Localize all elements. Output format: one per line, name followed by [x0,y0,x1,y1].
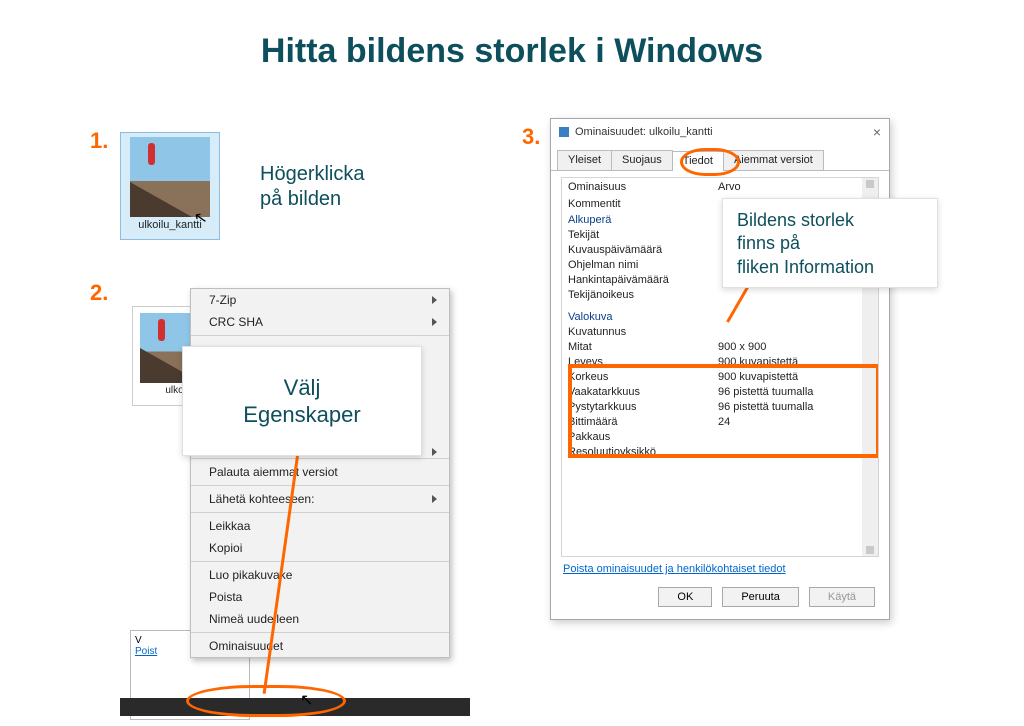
taskbar-peek [120,698,470,716]
row-dimensions-key: Mitat [568,341,718,353]
row-compression: Pakkaus [568,431,718,443]
menu-7zip[interactable]: 7-Zip [191,289,449,311]
menu-send-to[interactable]: Lähetä kohteeseen: [191,488,449,510]
thumbnail-image [130,137,210,217]
step-number-1: 1. [90,128,108,154]
row-hres-value: 96 pistettä tuumalla [718,386,872,398]
instruction-1: Högerklicka på bilden [260,162,364,212]
row-height-value: 900 kuvapistettä [718,371,872,383]
row-date-taken: Kuvauspäivämäärä [568,244,718,256]
row-hres-key: Vaakatarkkuus [568,386,718,398]
app-icon [559,127,569,137]
callout-3-line2: finns på [737,232,923,255]
row-resunit: Resoluutioyksikkö [568,446,718,458]
callout-3-line1: Bildens storlek [737,209,923,232]
row-bitdepth-key: Bittimäärä [568,416,718,428]
callout-2-line1: Välj [243,374,360,402]
menu-crc-sha[interactable]: CRC SHA [191,311,449,333]
section-photo: Valokuva [568,308,872,324]
context-menu: 7-Zip CRC SHA Palauta aiemmat versiot Lä… [190,288,450,658]
dialog-buttons: OK Peruuta Käytä [551,575,889,619]
ok-button[interactable]: OK [658,587,712,607]
tab-security[interactable]: Suojaus [611,150,673,170]
row-bitdepth-value: 24 [718,416,872,428]
tab-general[interactable]: Yleiset [557,150,612,170]
instruction-1-line2: på bilden [260,187,364,212]
cursor-icon: ↖ [300,690,313,710]
menu-cut[interactable]: Leikkaa [191,515,449,537]
properties-dialog: Ominaisuudet: ulkoilu_kantti × Yleiset S… [550,118,890,620]
menu-properties[interactable]: Ominaisuudet [191,635,449,657]
callout-2-line2: Egenskaper [243,401,360,429]
row-width-value: 900 kuvapistettä [718,356,872,368]
apply-button[interactable]: Käytä [809,587,875,607]
row-height-key: Korkeus [568,371,718,383]
page-title: Hitta bildens storlek i Windows [0,0,1024,71]
close-icon[interactable]: × [873,124,881,140]
callout-3: Bildens storlek finns på fliken Informat… [722,198,938,288]
header-property: Ominaisuus [568,181,718,193]
step-number-2: 2. [90,280,108,306]
instruction-1-line1: Högerklicka [260,162,364,187]
thumbnail-caption: ulkoilu_kantti [138,219,202,231]
tab-previous-versions[interactable]: Aiemmat versiot [723,150,824,170]
row-image-id: Kuvatunnus [568,326,718,338]
row-acquired: Hankintapäivämäärä [568,274,718,286]
callout-3-line3: fliken Information [737,256,923,279]
properties-header: Ominaisuus Arvo [562,178,878,196]
row-vres-key: Pystytarkkuus [568,401,718,413]
callout-2: Välj Egenskaper [182,346,422,456]
menu-restore-previous[interactable]: Palauta aiemmat versiot [191,461,449,483]
dialog-tabs: Yleiset Suojaus Tiedot Aiemmat versiot [551,150,889,171]
row-vres-value: 96 pistettä tuumalla [718,401,872,413]
row-program: Ohjelman nimi [568,259,718,271]
menu-copy[interactable]: Kopioi [191,537,449,559]
menu-delete[interactable]: Poista [191,586,449,608]
row-comment: Kommentit [568,198,718,210]
row-width-key: Leveys [568,356,718,368]
row-authors: Tekijät [568,229,718,241]
remove-properties-link[interactable]: Poista ominaisuudet ja henkilökohtaiset … [563,563,877,575]
dialog-titlebar: Ominaisuudet: ulkoilu_kantti × [551,119,889,150]
cancel-button[interactable]: Peruuta [722,587,799,607]
row-copyright: Tekijänoikeus [568,289,718,301]
tab-details[interactable]: Tiedot [672,151,724,171]
step-number-3: 3. [522,124,540,150]
header-value: Arvo [718,181,741,193]
menu-create-shortcut[interactable]: Luo pikakuvake [191,564,449,586]
row-dimensions-value: 900 x 900 [718,341,872,353]
menu-rename[interactable]: Nimeä uudelleen [191,608,449,630]
edge-link[interactable]: Poist [135,646,157,657]
dialog-title: Ominaisuudet: ulkoilu_kantti [575,126,713,138]
